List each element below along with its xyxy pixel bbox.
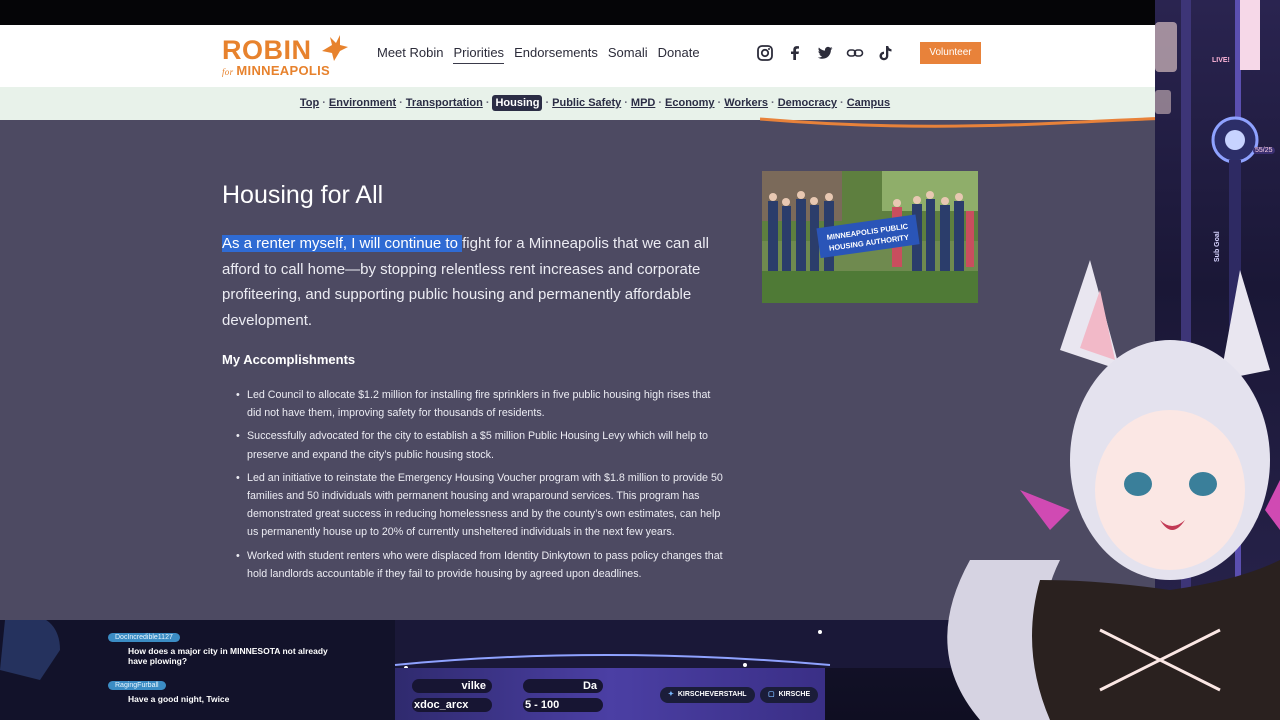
list-item: Led an initiative to reinstate the Emerg… <box>236 469 726 542</box>
list-item: Worked with student renters who were dis… <box>236 547 726 583</box>
subnav-separator: · <box>717 97 722 109</box>
priorities-subnav: Top · Environment · Transportation · Housing · P… <box>0 87 1190 120</box>
chat-message: DocIncredible1127 How does a major city … <box>90 626 390 666</box>
ticker-item: xdoc_arcx <box>412 698 492 712</box>
ticker-item: 5 - 100 <box>523 698 603 712</box>
chat-handle-label: KIRSCHE <box>778 691 811 698</box>
chat-box: DocIncredible1127 How does a major city … <box>90 626 390 712</box>
subnav-separator: · <box>322 97 326 109</box>
twitter-icon[interactable] <box>816 44 834 62</box>
instagram-icon[interactable] <box>756 44 774 62</box>
subnav-transportation[interactable]: Transportation <box>406 97 483 109</box>
subnav-housing[interactable]: Housing <box>492 95 543 111</box>
twitter-handle: ✦ KIRSCHEVERSTAHL <box>660 687 755 703</box>
browser-top-bar <box>0 0 1280 25</box>
subnav-mpd[interactable]: MPD <box>631 97 655 109</box>
logo-for: for <box>222 67 234 77</box>
screen: ROBIN for MINNEAPOLIS Meet Robin Prioriti… <box>0 0 1280 720</box>
accomplishments-heading: My Accomplishments <box>222 352 356 367</box>
chat-text: Have a good night, Twice <box>128 694 230 704</box>
ticker-item: Da <box>523 679 603 693</box>
chat-username: RagingFurball <box>108 681 166 690</box>
accomplishments-list: Led Council to allocate $1.2 million for… <box>236 386 726 588</box>
logo-name: ROBIN <box>222 35 312 65</box>
subnav-democracy[interactable]: Democracy <box>778 97 837 109</box>
live-badge: LIVE! <box>1212 57 1230 64</box>
subnav-campus[interactable]: Campus <box>847 97 890 109</box>
vtuber-avatar <box>947 260 1280 720</box>
ticker-item: vilke <box>412 679 492 693</box>
robin-bird-icon <box>322 35 348 61</box>
logo-city-text: MINNEAPOLIS <box>236 63 330 78</box>
logo-city: for MINNEAPOLIS <box>222 63 330 78</box>
subnav-separator: · <box>840 97 844 109</box>
subnav-separator: · <box>545 97 550 109</box>
facebook-icon[interactable] <box>786 44 804 62</box>
section-lead: As a renter myself, I will continue to f… <box>222 231 732 333</box>
subnav-separator: · <box>399 97 403 109</box>
subnav-separator: · <box>624 97 628 109</box>
site-header: ROBIN for MINNEAPOLIS Meet Robin Prioriti… <box>0 25 1190 87</box>
social-links <box>756 44 894 62</box>
subnav-public-safety[interactable]: Public Safety <box>552 97 621 109</box>
twitter-icon: ✦ <box>668 691 674 698</box>
decorative-orange-curve <box>760 117 1190 128</box>
link-icon[interactable] <box>846 44 864 62</box>
subnav-separator: · <box>771 97 775 109</box>
subnav-separator: · <box>485 97 490 109</box>
nav-meet-robin[interactable]: Meet Robin <box>377 45 443 64</box>
subnav-top[interactable]: Top <box>300 97 319 109</box>
chat-text: How does a major city in MINNESOTA not a… <box>128 646 328 666</box>
subnav-separator: · <box>658 97 663 109</box>
list-item: Led Council to allocate $1.2 million for… <box>236 386 726 422</box>
section-title: Housing for All <box>222 181 384 209</box>
list-item: Successfully advocated for the city to e… <box>236 427 726 463</box>
chat-icon: ▢ <box>768 691 775 698</box>
chat-handle: ▢ KIRSCHE <box>760 687 819 703</box>
chat-username: DocIncredible1127 <box>108 633 180 642</box>
nav-priorities[interactable]: Priorities <box>453 45 505 64</box>
volunteer-button[interactable]: Volunteer <box>920 42 981 64</box>
chat-message: RagingFurball Have a good night, Twice <box>90 674 390 704</box>
nav-endorsements[interactable]: Endorsements <box>514 45 598 64</box>
main-nav: Meet Robin Priorities Endorsements Somal… <box>377 45 710 64</box>
selected-text: As a renter myself, I will continue to <box>222 235 463 252</box>
nav-donate[interactable]: Donate <box>658 45 700 64</box>
subnav-workers[interactable]: Workers <box>724 97 768 109</box>
site-logo[interactable]: ROBIN for MINNEAPOLIS <box>222 33 352 79</box>
twitter-handle-label: KIRSCHEVERSTAHL <box>677 691 747 698</box>
subnav-economy[interactable]: Economy <box>665 97 715 109</box>
nav-somali[interactable]: Somali <box>608 45 648 64</box>
sub-goal-count: 55/25 <box>1253 147 1275 154</box>
subnav-environment[interactable]: Environment <box>329 97 396 109</box>
tiktok-icon[interactable] <box>876 44 894 62</box>
